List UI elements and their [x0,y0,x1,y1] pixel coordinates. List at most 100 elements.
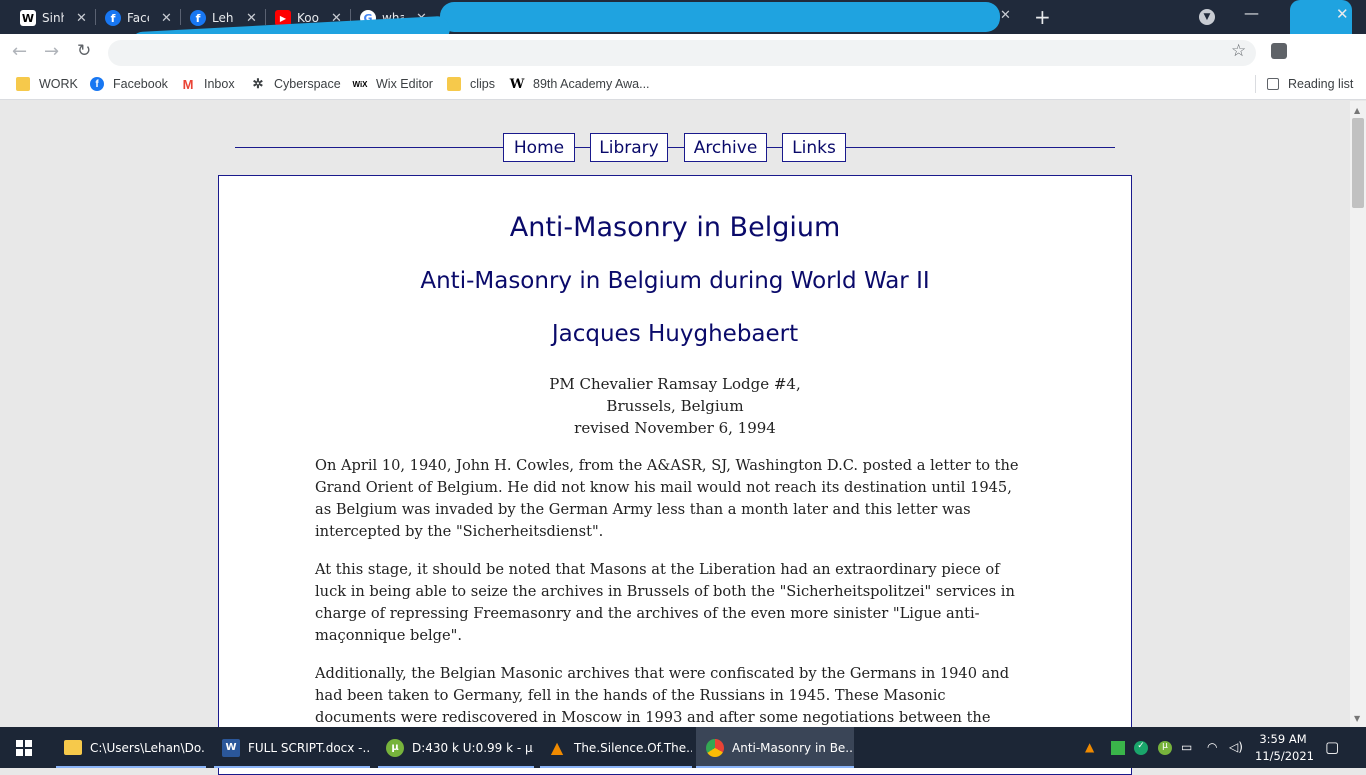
minimize-icon[interactable]: — [1244,4,1259,22]
text-line: Additionally, the Belgian Masonic archiv… [315,665,1010,682]
taskbar-word[interactable]: W FULL SCRIPT.docx -... [214,727,370,768]
address-line: Brussels, Belgium [606,397,744,415]
tab-2[interactable]: f Face ✕ [105,4,172,32]
bookmark-facebook[interactable]: f Facebook [90,77,168,91]
chrome-icon [706,738,724,757]
nav-rule [235,147,1115,148]
vlc-icon: ▲ [550,738,564,757]
wikipedia-icon: W [509,76,525,92]
text-line: documents were rediscovered in Moscow in… [315,709,991,726]
author-name: Jacques Huyghebaert [551,321,799,347]
system-clock[interactable]: 3:59 AM 11/5/2021 [1255,731,1314,765]
taskbar-app-label: The.Silence.Of.The.... [574,740,692,755]
gear-icon: ✲ [252,76,264,91]
text-line: At this stage, it should be noted that M… [315,561,1000,578]
close-icon[interactable]: ✕ [161,11,172,26]
app-tray-icon[interactable] [1111,741,1125,755]
text-line: intercepted by the "Sicherheitsdienst". [315,523,604,540]
new-tab-button[interactable]: + [1034,5,1051,29]
tab-divider [180,9,181,25]
paragraph-2: At this stage, it should be noted that M… [315,559,1031,647]
bookmark-label: Inbox [204,77,235,91]
taskbar-vlc[interactable]: ▲ The.Silence.Of.The.... [540,727,692,768]
bookmark-cyberspace[interactable]: ✲ Cyberspace [251,76,341,91]
forward-arrow-icon[interactable]: → [44,41,59,62]
facebook-icon: f [190,10,206,26]
reading-list-label: Reading list [1288,77,1354,91]
page-subtitle: Anti-Masonry in Belgium during World War… [420,268,930,294]
paragraph-3: Additionally, the Belgian Masonic archiv… [315,663,1031,727]
nav-home-link[interactable]: Home [503,133,575,162]
clock-time: 3:59 AM [1259,732,1307,746]
scroll-up-icon[interactable]: ▲ [1354,106,1360,115]
folder-icon [64,740,82,755]
taskbar-file-explorer[interactable]: C:\Users\Lehan\Do... [56,727,206,768]
text-line: Grand Orient of Belgium. He did not know… [315,479,1012,496]
wix-icon: WiX [352,79,368,89]
reading-list-icon [1267,78,1279,90]
wikipedia-icon: W [20,10,36,26]
taskbar-app-label: D:430 k U:0.99 k - µ... [412,740,534,755]
vlc-tray-icon[interactable]: ▲ [1085,740,1094,754]
battery-icon[interactable]: ▭ [1181,740,1192,754]
back-arrow-icon[interactable]: ← [12,41,27,62]
utorrent-tray-icon[interactable]: µ [1158,741,1172,755]
reload-icon[interactable]: ↻ [77,41,91,61]
wifi-icon[interactable]: ◠ [1207,740,1217,754]
bookmark-label: Facebook [113,77,168,91]
close-icon[interactable]: ✕ [246,11,257,26]
bookmark-label: WORK [39,77,78,91]
folder-icon [16,77,30,91]
tab-search-icon[interactable]: ▼ [1199,9,1215,25]
text-line: luck in being able to seize the archives… [315,583,1015,600]
address-line: PM Chevalier Ramsay Lodge #4, [549,375,801,393]
bookmark-star-icon[interactable]: ☆ [1231,41,1246,61]
facebook-icon: f [105,10,121,26]
bookmark-clips[interactable]: clips [447,77,495,91]
redaction-mark [440,2,1000,32]
author-address: PM Chevalier Ramsay Lodge #4, Brussels, … [0,373,1350,439]
address-bar[interactable] [108,40,1256,66]
taskbar-app-label: Anti-Masonry in Be... [732,740,854,755]
utorrent-icon: µ [386,738,404,757]
reading-list-button[interactable]: Reading list [1267,77,1353,91]
close-icon[interactable]: ✕ [76,11,87,26]
bookmark-wix-editor[interactable]: WiX Wix Editor [351,77,433,91]
taskbar-app-label: C:\Users\Lehan\Do... [90,740,206,755]
folder-icon [447,77,461,91]
bookmark-academy-awards[interactable]: W 89th Academy Awa... [509,76,650,92]
bookmark-label: 89th Academy Awa... [533,77,650,91]
text-line: charge of repressing Freemasonry and the… [315,605,980,622]
windows-start-icon[interactable] [16,740,32,756]
scroll-down-icon[interactable]: ▼ [1354,714,1360,723]
scrollbar-thumb[interactable] [1352,118,1364,208]
volume-icon[interactable]: ◁) [1229,740,1243,754]
check-tray-icon[interactable]: ✓ [1134,741,1148,755]
bookmarks-divider [1255,75,1256,93]
bookmark-work[interactable]: WORK [16,77,78,91]
paragraph-1: On April 10, 1940, John H. Cowles, from … [315,455,1031,543]
tab-1[interactable]: W Sinh ✕ [20,4,87,32]
tab-title: Leha [212,11,234,25]
nav-archive-link[interactable]: Archive [684,133,767,162]
window-close-icon[interactable]: ✕ [1336,5,1349,23]
facebook-icon: f [90,77,104,91]
taskbar-utorrent[interactable]: µ D:430 k U:0.99 k - µ... [378,727,534,768]
bookmark-inbox[interactable]: M Inbox [181,76,235,92]
page-title: Anti-Masonry in Belgium [509,212,841,243]
close-icon[interactable]: ✕ [1000,8,1011,23]
bookmark-label: Cyberspace [274,77,341,91]
nav-library-link[interactable]: Library [590,133,668,162]
nav-links-link[interactable]: Links [782,133,846,162]
text-line: maçonnique belge". [315,627,462,644]
taskbar-chrome[interactable]: Anti-Masonry in Be... [696,727,854,768]
extensions-icon[interactable] [1271,43,1287,59]
word-icon: W [222,738,240,757]
text-line: On April 10, 1940, John H. Cowles, from … [315,457,1019,474]
notification-icon[interactable]: ▢ [1325,738,1339,756]
text-line: had been taken to Germany, fell in the h… [315,687,946,704]
clock-date: 11/5/2021 [1255,749,1314,763]
gmail-icon: M [182,76,194,92]
bookmark-label: clips [470,77,496,91]
bookmark-label: Wix Editor [376,77,433,91]
